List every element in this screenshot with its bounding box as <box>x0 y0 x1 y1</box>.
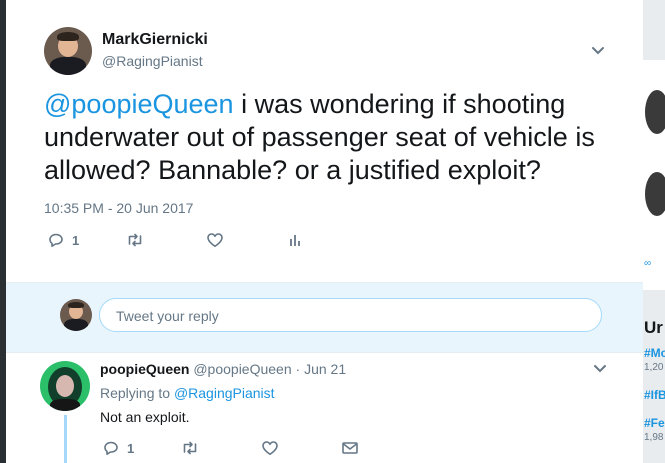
current-user-avatar <box>60 299 92 331</box>
retweet-icon <box>183 441 197 455</box>
like-action[interactable] <box>206 232 224 248</box>
tweet-detail-modal: MarkGiernicki @RagingPianist @poopieQuee… <box>6 0 643 463</box>
mention-link[interactable]: @poopieQueen <box>44 89 234 119</box>
tweet-text: @poopieQueen i was wondering if shooting… <box>44 88 624 187</box>
reply-author-avatar[interactable] <box>40 361 90 411</box>
dm-icon <box>342 442 358 454</box>
suggested-avatar[interactable] <box>645 172 665 216</box>
retweet-action[interactable] <box>181 440 199 456</box>
replying-to: Replying to @RagingPianist <box>100 385 275 401</box>
retweet-action[interactable] <box>126 232 144 248</box>
reply-composer: Tweet your reply <box>6 282 643 353</box>
analytics-action[interactable] <box>287 232 303 248</box>
reply-author-name[interactable]: poopieQueen <box>100 361 189 377</box>
chevron-down-icon[interactable] <box>591 362 609 376</box>
author-name[interactable]: MarkGiernicki <box>102 31 208 49</box>
trend-item[interactable]: #Mo <box>644 346 665 360</box>
separator-dot: · <box>295 361 301 377</box>
author-handle[interactable]: @RagingPianist <box>102 53 203 69</box>
reply-author-handle[interactable]: @poopieQueen <box>193 361 291 377</box>
reply-count: 1 <box>72 232 80 248</box>
reply-input[interactable]: Tweet your reply <box>99 298 602 332</box>
author-avatar[interactable] <box>44 27 92 75</box>
tweet-timestamp[interactable]: 10:35 PM - 20 Jun 2017 <box>44 200 193 216</box>
like-icon <box>207 233 223 247</box>
thread-line <box>64 415 67 463</box>
retweet-icon <box>128 233 142 247</box>
reply-header: poopieQueen @poopieQueen · Jun 21 <box>100 361 346 377</box>
trend-count: 1,98 <box>644 432 664 443</box>
trends-title: Ur <box>644 318 663 337</box>
find-people-link[interactable]: ∞ <box>644 258 651 269</box>
reply-date[interactable]: Jun 21 <box>304 361 346 377</box>
replying-to-link[interactable]: @RagingPianist <box>174 385 275 401</box>
trend-item[interactable]: #Fe <box>644 416 665 430</box>
chevron-down-icon[interactable] <box>589 44 607 58</box>
like-action[interactable] <box>261 440 279 456</box>
reply-icon <box>49 233 63 247</box>
right-sidebar: ∞ Ur #Mo 1,20 #IfB #Fe 1,98 <box>643 0 665 463</box>
dm-action[interactable] <box>341 440 359 456</box>
replying-prefix: Replying to <box>100 385 174 401</box>
suggested-avatar[interactable] <box>645 90 665 134</box>
reply-text: Not an exploit. <box>100 409 190 425</box>
analytics-icon <box>290 235 300 246</box>
reply-count: 1 <box>127 440 135 456</box>
trend-item[interactable]: #IfB <box>644 388 665 402</box>
trend-count: 1,20 <box>644 362 664 373</box>
reply-action[interactable]: 1 <box>103 440 134 456</box>
reply-icon <box>104 441 118 455</box>
reply-action[interactable]: 1 <box>48 232 79 248</box>
like-icon <box>262 441 278 455</box>
